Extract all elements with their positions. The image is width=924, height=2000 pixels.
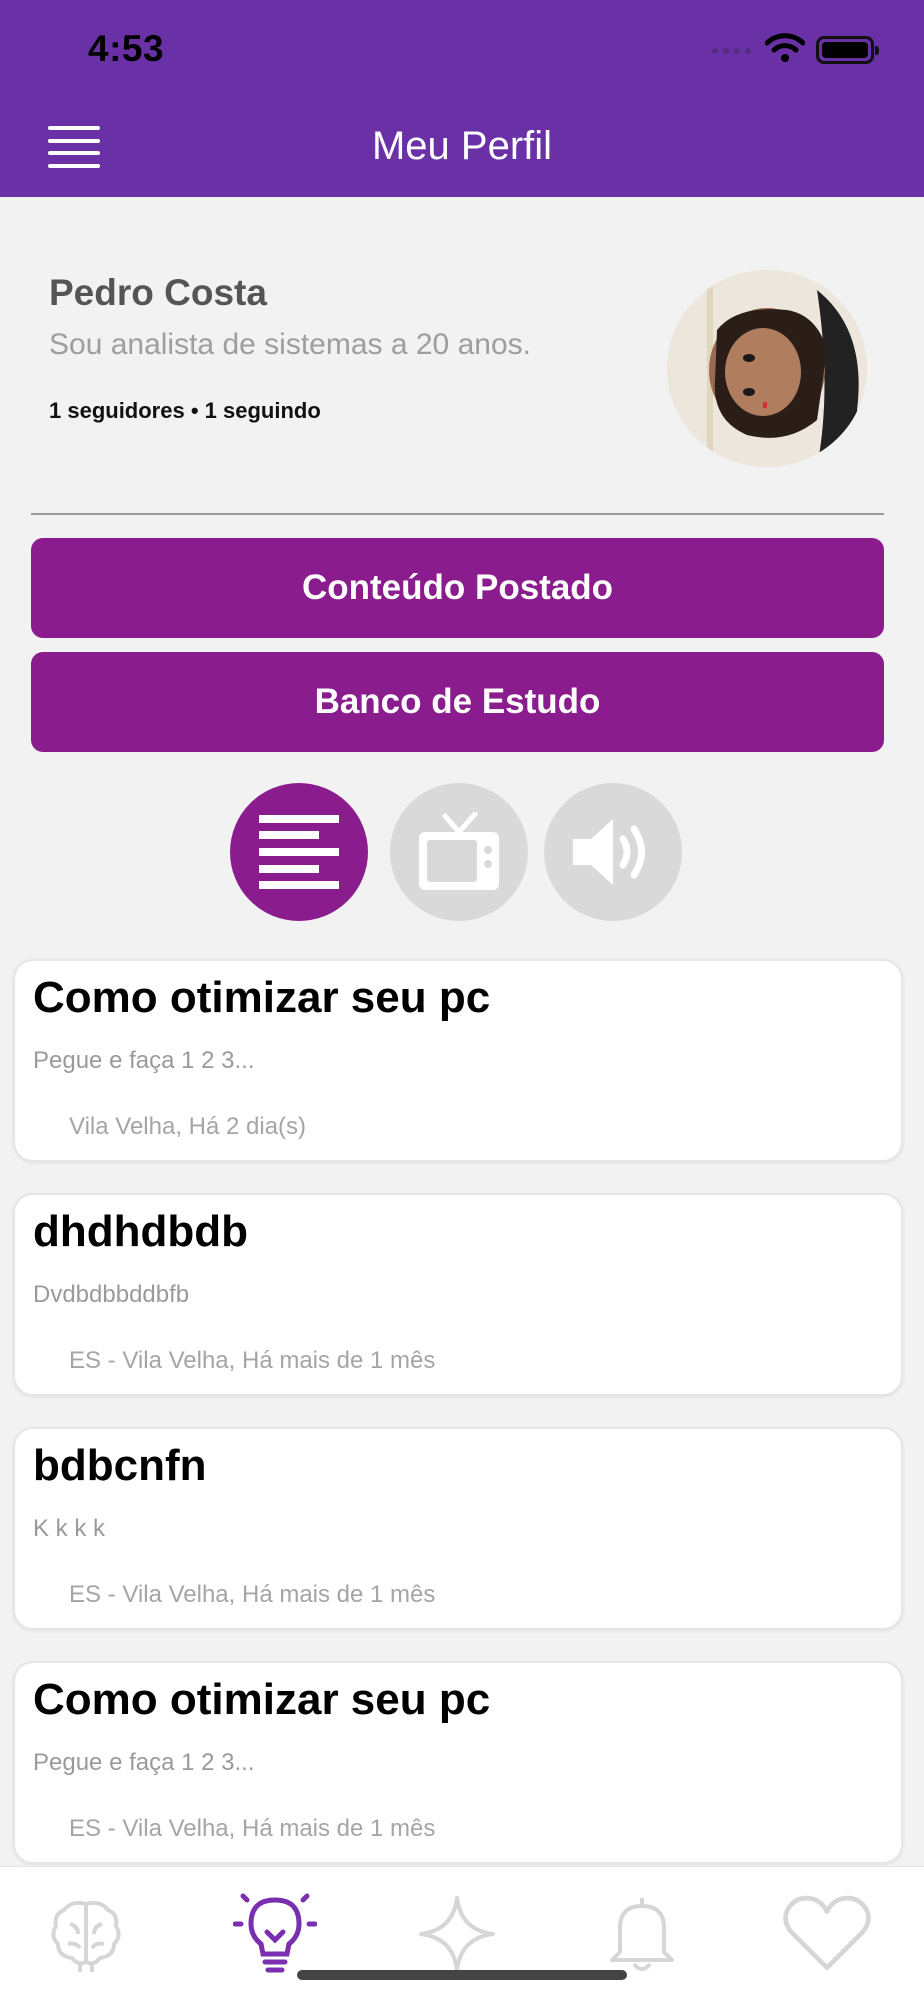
post-description: K k k k — [33, 1515, 106, 1542]
page-title: Meu Perfil — [371, 124, 553, 168]
post-description: Dvdbdbbddbfb — [33, 1281, 190, 1308]
nav-bar: Meu Perfil — [0, 100, 924, 197]
home-indicator — [297, 1970, 627, 1980]
speaker-icon — [573, 819, 645, 885]
post-meta: Vila Velha, Há 2 dia(s) — [69, 1113, 307, 1140]
post-description: Pegue e faça 1 2 3... — [33, 1047, 255, 1074]
post-card[interactable]: dhdhdbdb Dvdbdbbddbfb ES - Vila Velha, H… — [13, 1193, 903, 1396]
post-meta: ES - Vila Velha, Há mais de 1 mês — [69, 1815, 436, 1842]
post-card[interactable]: Como otimizar seu pc Pegue e faça 1 2 3.… — [13, 1661, 903, 1864]
cellular-signal-icon — [712, 48, 751, 54]
tab-notifications[interactable] — [597, 1889, 687, 1979]
post-meta: ES - Vila Velha, Há mais de 1 mês — [69, 1581, 436, 1608]
text-lines-icon — [259, 815, 339, 889]
post-card[interactable]: bdbcnfn K k k k ES - Vila Velha, Há mais… — [13, 1427, 903, 1630]
avatar-photo — [667, 270, 867, 467]
post-card[interactable]: Como otimizar seu pc Pegue e faça 1 2 3.… — [13, 959, 903, 1162]
avatar[interactable] — [667, 270, 867, 467]
sparkle-icon — [419, 1896, 495, 1972]
tv-icon — [419, 812, 499, 890]
status-bar: 4:53 — [0, 0, 924, 100]
brain-icon — [51, 1900, 121, 1972]
profile-bio: Sou analista de sistemas a 20 anos. — [49, 328, 531, 361]
heart-icon — [783, 1895, 871, 1971]
post-title: Como otimizar seu pc — [33, 1675, 491, 1724]
post-description: Pegue e faça 1 2 3... — [33, 1749, 255, 1776]
post-title: Como otimizar seu pc — [33, 973, 491, 1022]
bell-icon — [610, 1898, 674, 1971]
profile-divider — [31, 513, 884, 515]
posted-content-button[interactable]: Conteúdo Postado — [31, 538, 884, 638]
battery-icon — [816, 36, 879, 64]
lightbulb-icon — [233, 1893, 317, 1973]
filter-video-button[interactable] — [390, 783, 528, 921]
tab-explore[interactable] — [412, 1889, 502, 1979]
status-time: 4:53 — [88, 28, 165, 69]
study-bank-button[interactable]: Banco de Estudo — [31, 652, 884, 752]
tab-brain[interactable] — [41, 1889, 131, 1979]
filter-audio-button[interactable] — [544, 783, 682, 921]
follow-stats[interactable]: 1 seguidores • 1 seguindo — [49, 398, 321, 424]
tab-favorites[interactable] — [782, 1889, 872, 1979]
filter-text-button[interactable] — [230, 783, 368, 921]
app-header: 4:53 Meu Perfil — [0, 0, 924, 197]
tab-ideas[interactable] — [230, 1889, 320, 1979]
post-title: dhdhdbdb — [33, 1207, 249, 1256]
post-meta: ES - Vila Velha, Há mais de 1 mês — [69, 1347, 436, 1374]
profile-name: Pedro Costa — [49, 272, 267, 313]
wifi-icon — [765, 33, 805, 62]
post-title: bdbcnfn — [33, 1441, 207, 1490]
